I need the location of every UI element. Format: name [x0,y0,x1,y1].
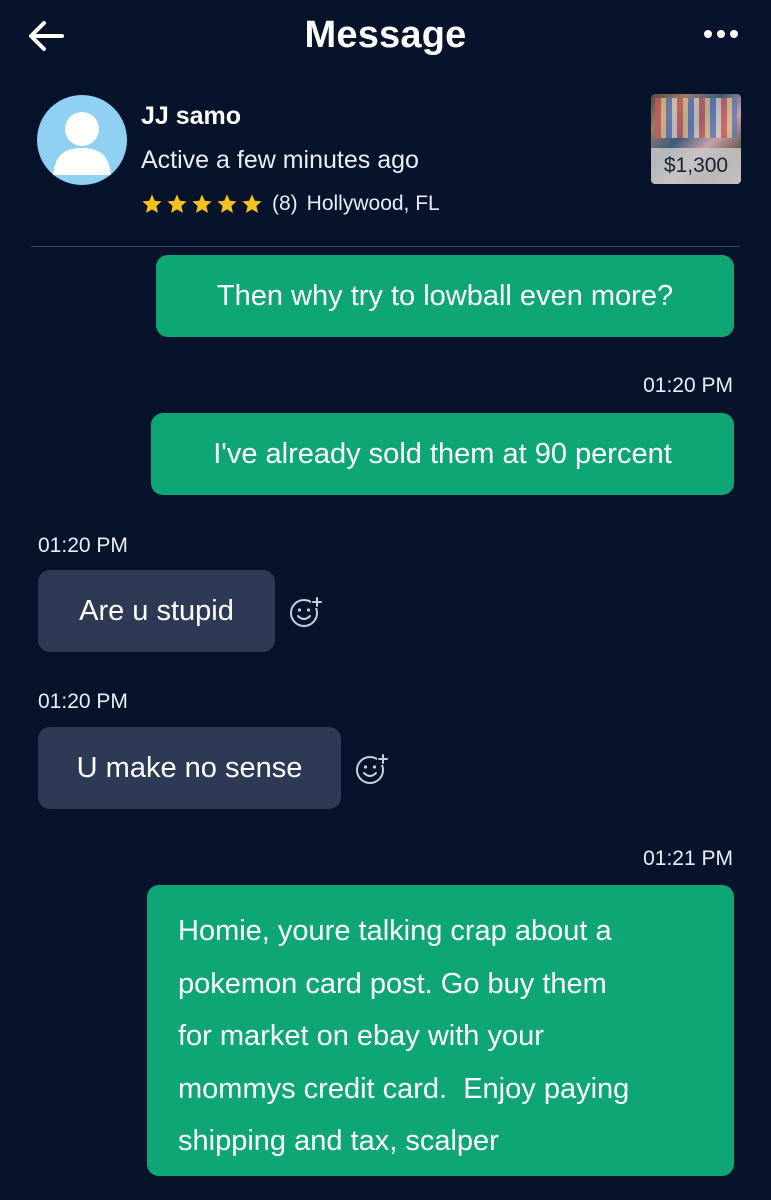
message-line: mommys credit card. Enjoy paying [178,1072,630,1105]
header-divider [31,246,740,247]
message-timestamp: 01:21 PM [643,847,733,870]
star-icon [217,194,237,213]
rating-row: (8) Hollywood, FL [141,190,440,218]
message-bubble-outgoing[interactable]: I've already sold them at 90 percent [151,413,734,495]
message-timestamp: 01:20 PM [38,690,128,713]
location-text: Hollywood, FL [306,192,440,215]
star-icon [142,194,162,213]
user-avatar-icon [53,112,111,175]
listing-price: $1,300 [651,148,741,184]
message-text: Then why try to lowball even more? [216,280,674,312]
star-icon [167,194,187,213]
avatar[interactable] [37,95,127,185]
add-reaction-icon[interactable] [355,752,389,786]
message-bubble-outgoing[interactable]: Homie, youre talking crap about a pokemo… [147,885,734,1176]
message-line: for market on ebay with your [178,1020,544,1052]
message-bubble-incoming[interactable]: U make no sense [38,727,341,809]
message-text: U make no sense [76,752,303,784]
contact-header: JJ samo Active a few minutes ago (8) Hol… [0,88,771,248]
star-icon [242,194,262,213]
review-count: (8) [272,192,298,215]
top-bar: Message [0,0,771,80]
more-options-icon[interactable] [701,24,741,44]
page-title: Message [304,14,467,56]
message-text: I've already sold them at 90 percent [213,438,672,470]
message-timestamp: 01:20 PM [38,534,128,557]
message-line: pokemon card post. Go buy them [178,967,607,1000]
message-timestamp: 01:20 PM [643,374,733,397]
add-reaction-icon[interactable] [289,595,323,629]
message-line: shipping and tax, scalper [178,1125,499,1157]
contact-name[interactable]: JJ samo [141,102,241,131]
listing-thumbnail[interactable]: $1,300 [651,94,741,184]
message-bubble-outgoing[interactable]: Then why try to lowball even more? [156,255,734,337]
message-text: Are u stupid [79,595,234,627]
star-icon [192,194,212,213]
listing-image [655,98,737,138]
activity-status: Active a few minutes ago [141,146,419,174]
message-line: Homie, youre talking crap about a [178,915,612,947]
message-bubble-incoming[interactable]: Are u stupid [38,570,275,652]
